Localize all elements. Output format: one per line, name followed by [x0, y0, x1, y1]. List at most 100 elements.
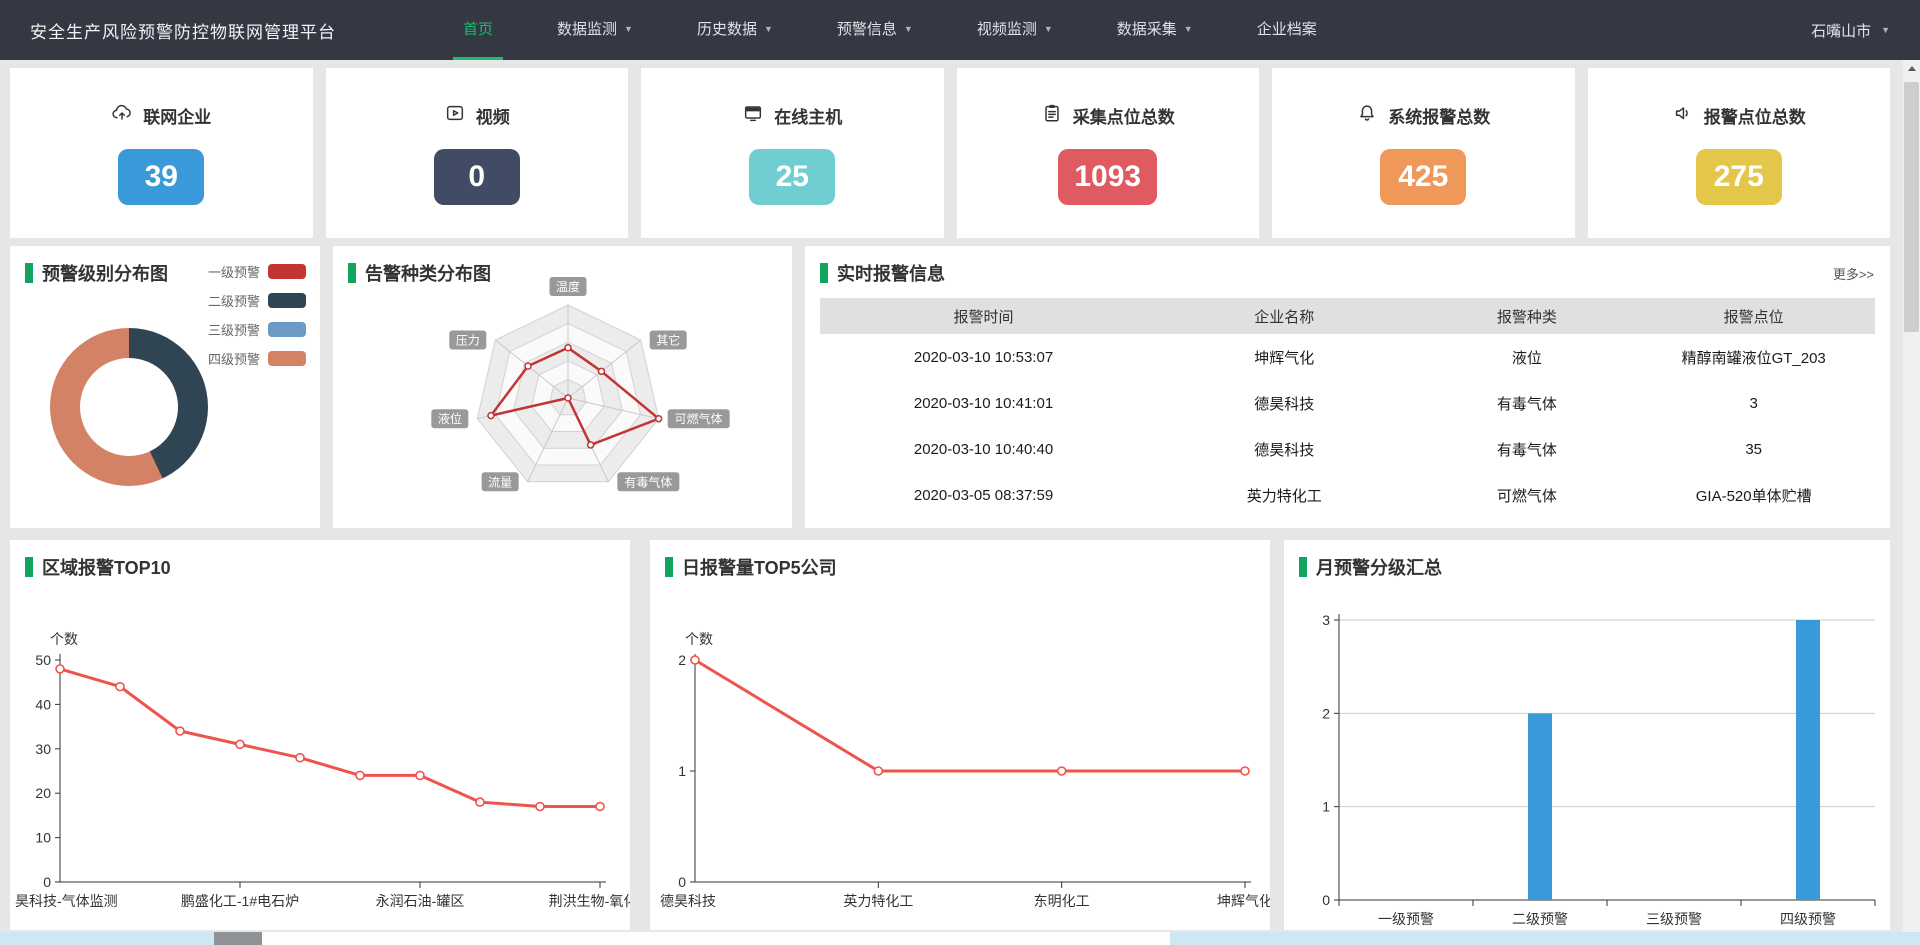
legend-color-chip: [268, 264, 306, 279]
video-icon: [444, 102, 466, 129]
table-row: 2020-03-10 10:40:40德昊科技有毒气体35: [820, 426, 1875, 472]
table-header-row: 报警时间企业名称报警种类报警点位: [820, 298, 1875, 334]
window-strip-segment: [214, 932, 262, 945]
monthly-summary-panel: 月预警分级汇总 0123一级预警二级预警三级预警四级预警: [1284, 540, 1890, 930]
table-column-header: 企业名称: [1147, 298, 1421, 334]
table-cell: 英力特化工: [1147, 472, 1421, 518]
warning-level-legend: 一级预警二级预警三级预警四级预警: [208, 262, 306, 368]
svg-text:其它: 其它: [656, 333, 680, 348]
monitor-icon: [742, 102, 764, 129]
legend-item[interactable]: 一级预警: [208, 262, 306, 281]
stat-value-badge: 275: [1696, 149, 1782, 205]
table-cell: 2020-03-10 10:40:40: [820, 426, 1147, 472]
stat-card-online-hosts: 在线主机 25: [641, 68, 944, 238]
daily-top5-panel: 日报警量TOP5公司 012个数德昊科技英力特化工东明化工坤辉气化: [650, 540, 1270, 930]
bottom-window-strip: [0, 932, 1920, 945]
legend-label: 四级预警: [208, 349, 260, 368]
nav-item-6[interactable]: 企业档案: [1247, 0, 1327, 60]
nav-item-3[interactable]: 预警信息 ▼: [827, 0, 923, 60]
svg-text:50: 50: [35, 652, 51, 668]
svg-text:温度: 温度: [556, 279, 580, 294]
svg-text:鹏盛化工-1#电石炉: 鹏盛化工-1#电石炉: [181, 893, 299, 909]
legend-item[interactable]: 三级预警: [208, 320, 306, 339]
more-link[interactable]: 更多>>: [1833, 264, 1874, 283]
vertical-scrollbar[interactable]: [1903, 60, 1920, 945]
region-selector[interactable]: 石嘴山市 ▼: [1811, 0, 1890, 60]
table-cell: 3: [1632, 380, 1875, 426]
nav-item-1[interactable]: 数据监测▼: [547, 0, 643, 60]
svg-text:有毒气体: 有毒气体: [624, 474, 672, 489]
nav-item-label: 企业档案: [1257, 18, 1317, 39]
top-nav: 安全生产风险预警防控物联网管理平台 首页数据监测▼历史数据▼预警信息▼视频监测▼…: [0, 0, 1920, 60]
region-top10-panel: 区域报警TOP10 01020304050个数昊科技-气体监测鹏盛化工-1#电石…: [10, 540, 630, 930]
realtime-alarm-table: 报警时间企业名称报警种类报警点位 2020-03-10 10:53:07坤辉气化…: [820, 298, 1875, 518]
title-marker: [348, 263, 356, 283]
svg-text:3: 3: [1322, 612, 1330, 628]
legend-color-chip: [268, 293, 306, 308]
nav-item-2[interactable]: 历史数据▼: [687, 0, 783, 60]
warning-level-panel: 预警级别分布图 一级预警二级预警三级预警四级预警: [10, 246, 320, 528]
svg-text:2: 2: [1322, 705, 1330, 721]
chevron-down-icon: ▼: [764, 24, 773, 34]
nav-item-0[interactable]: 首页: [453, 0, 503, 60]
chevron-down-icon: ▼: [1184, 24, 1193, 34]
table-cell: 德昊科技: [1147, 380, 1421, 426]
svg-text:40: 40: [35, 696, 51, 712]
stat-label: 采集点位总数: [1073, 103, 1175, 128]
svg-text:0: 0: [43, 874, 51, 890]
nav-item-5[interactable]: 数据采集▼: [1107, 0, 1203, 60]
svg-text:1: 1: [678, 763, 686, 779]
region-top10-line-chart: 01020304050个数昊科技-气体监测鹏盛化工-1#电石炉永润石油-罐区荆洪…: [10, 540, 630, 930]
nav-item-label: 预警信息: [837, 18, 897, 39]
svg-text:20: 20: [35, 785, 51, 801]
stat-value-badge: 425: [1380, 149, 1466, 205]
stat-cards-row: 联网企业 39 视频 0 在线主机 25: [10, 68, 1890, 238]
nav-menu: 首页数据监测▼历史数据▼预警信息▼视频监测▼数据采集▼企业档案: [431, 0, 1349, 60]
stat-label: 系统报警总数: [1388, 103, 1490, 128]
monthly-summary-bar-chart: 0123一级预警二级预警三级预警四级预警: [1284, 540, 1890, 930]
app-title: 安全生产风险预警防控物联网管理平台: [0, 0, 336, 60]
svg-text:荆洪生物-氧化反: 荆洪生物-氧化反: [549, 893, 630, 909]
scrollbar-thumb[interactable]: [1904, 82, 1919, 332]
table-cell: 2020-03-10 10:41:01: [820, 380, 1147, 426]
legend-label: 三级预警: [208, 320, 260, 339]
table-cell: 德昊科技: [1147, 426, 1421, 472]
nav-item-4[interactable]: 视频监测▼: [967, 0, 1063, 60]
panel-title: 实时报警信息: [837, 260, 945, 286]
clipboard-icon: [1041, 102, 1063, 129]
table-row: 2020-03-10 10:41:01德昊科技有毒气体3: [820, 380, 1875, 426]
realtime-alarm-panel: 实时报警信息 更多>> 报警时间企业名称报警种类报警点位 2020-03-10 …: [805, 246, 1890, 528]
svg-text:三级预警: 三级预警: [1646, 911, 1702, 927]
chevron-down-icon: ▼: [1881, 25, 1890, 35]
svg-text:德昊科技: 德昊科技: [660, 893, 716, 909]
svg-text:0: 0: [1322, 892, 1330, 908]
legend-color-chip: [268, 322, 306, 337]
chevron-down-icon: ▼: [624, 24, 633, 34]
svg-text:0: 0: [678, 874, 686, 890]
table-cell: 精醇南罐液位GT_203: [1632, 334, 1875, 380]
cloud-upload-icon: [111, 102, 133, 129]
scrollbar-up-button[interactable]: [1903, 60, 1920, 77]
legend-label: 二级预警: [208, 291, 260, 310]
dashboard-screen: 安全生产风险预警防控物联网管理平台 首页数据监测▼历史数据▼预警信息▼视频监测▼…: [0, 0, 1920, 945]
table-cell: 可燃气体: [1421, 472, 1632, 518]
svg-text:1: 1: [1322, 799, 1330, 815]
table-row: 2020-03-05 08:37:59英力特化工可燃气体GIA-520单体贮槽: [820, 472, 1875, 518]
title-marker: [25, 263, 33, 283]
stat-card-alarm-points: 报警点位总数 275: [1588, 68, 1891, 238]
warning-level-donut-chart: [50, 328, 208, 486]
table-cell: 有毒气体: [1421, 426, 1632, 472]
alarm-type-radar-chart: 温度其它可燃气体有毒气体流量液位压力: [333, 246, 792, 528]
svg-text:30: 30: [35, 741, 51, 757]
chevron-down-icon: ▼: [904, 24, 913, 34]
svg-text:10: 10: [35, 830, 51, 846]
svg-text:2: 2: [678, 652, 686, 668]
stat-label: 报警点位总数: [1704, 103, 1806, 128]
legend-item[interactable]: 二级预警: [208, 291, 306, 310]
svg-text:个数: 个数: [50, 631, 78, 647]
legend-item[interactable]: 四级预警: [208, 349, 306, 368]
svg-text:一级预警: 一级预警: [1378, 911, 1434, 927]
chevron-down-icon: ▼: [1044, 24, 1053, 34]
svg-text:个数: 个数: [685, 631, 713, 647]
panel-title: 告警种类分布图: [365, 260, 491, 286]
